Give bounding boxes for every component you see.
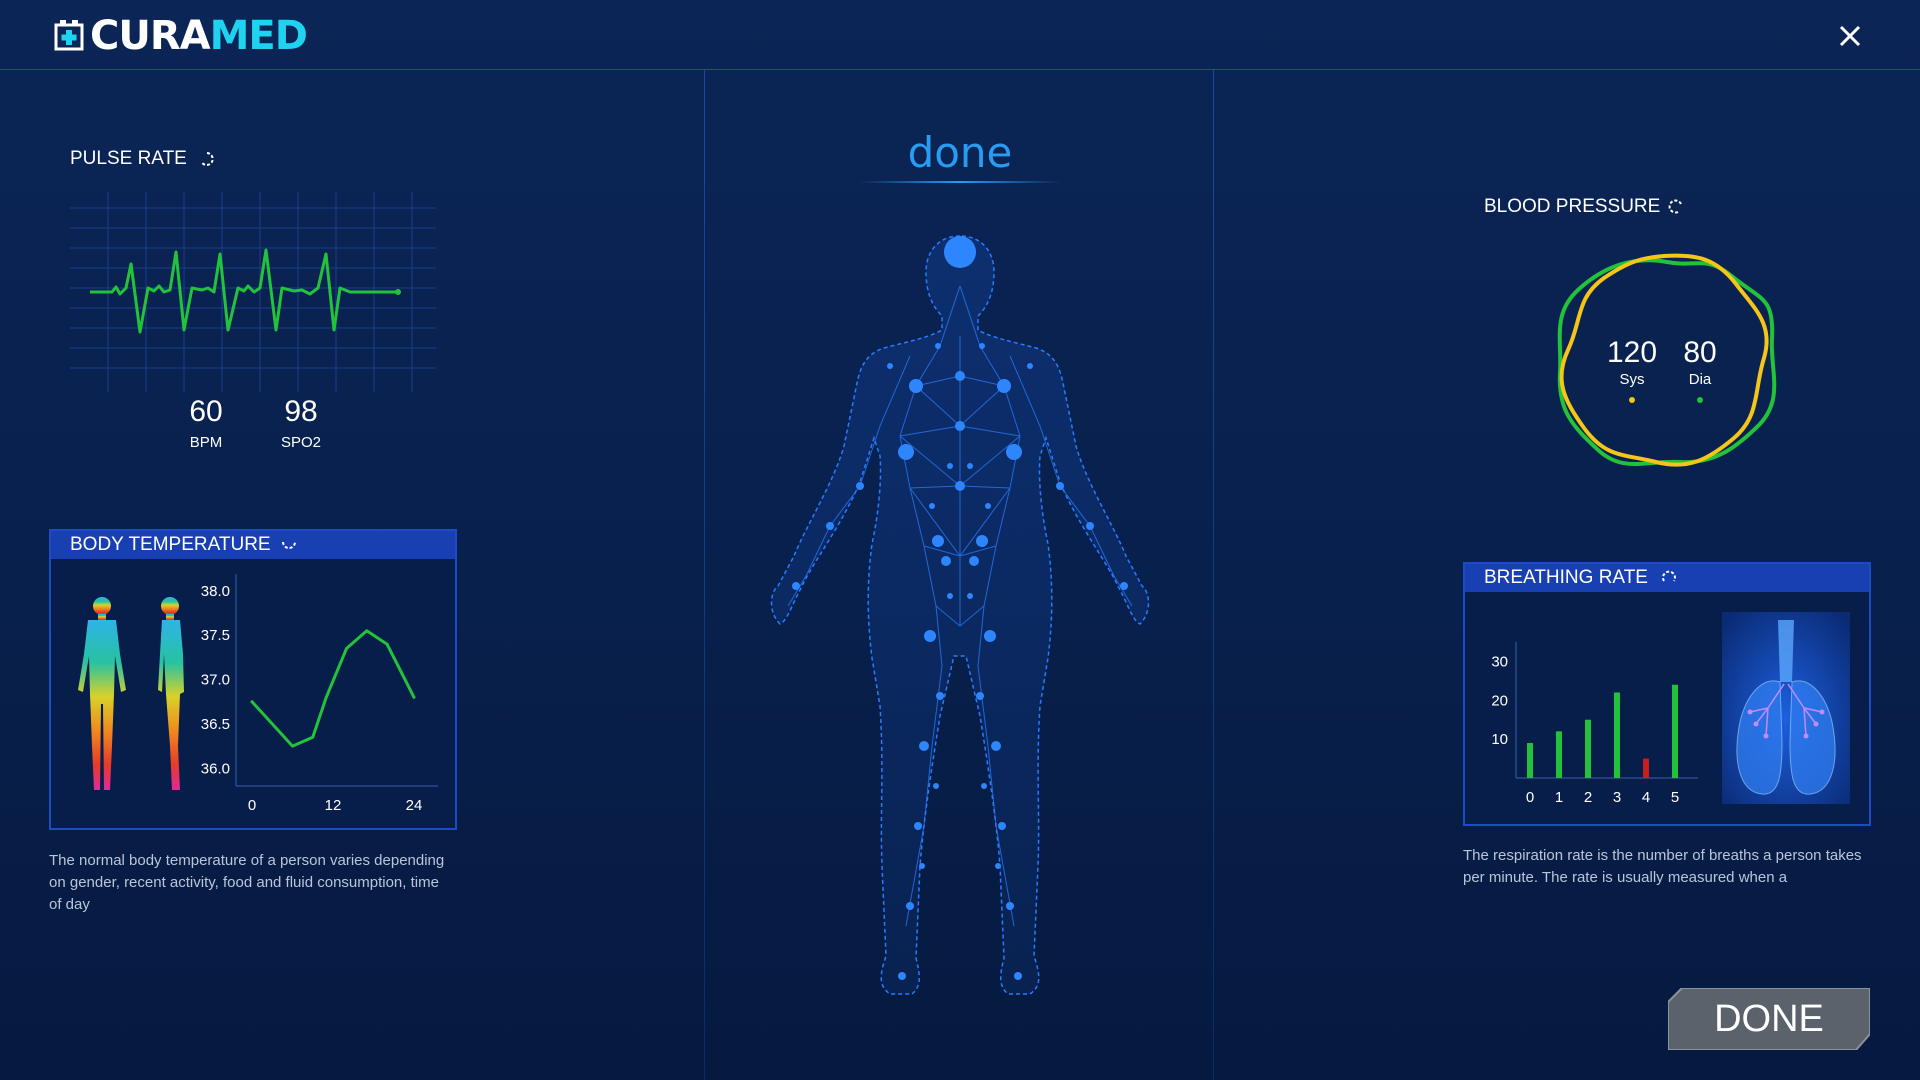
breathing-x-tick: 5 <box>1671 789 1679 806</box>
breathing-x-tick: 3 <box>1613 789 1621 806</box>
breathing-y-tick: 20 <box>1491 692 1508 709</box>
column-divider-right <box>1213 70 1214 1080</box>
breathing-y-tick: 30 <box>1491 653 1508 670</box>
app-logo: CURAMED <box>54 13 308 59</box>
breathing-bar <box>1614 692 1620 778</box>
temperature-chart: 38.0 37.5 37.0 36.5 36.0 0 12 24 <box>201 574 438 814</box>
dia-label: Dia <box>1688 371 1712 388</box>
breathing-x-tick: 2 <box>1584 789 1592 806</box>
body-temperature-title: BODY TEMPERATURE <box>70 534 271 555</box>
breathing-x-tick: 1 <box>1555 789 1563 806</box>
breathing-bar <box>1585 719 1591 778</box>
human-body-network <box>770 235 1150 995</box>
breathing-bar <box>1556 731 1562 778</box>
temperature-y-tick: 38.0 <box>201 583 230 600</box>
pulse-rate-title: PULSE RATE <box>70 148 187 169</box>
loading-spinner-icon <box>282 541 296 549</box>
breathing-rate-title: BREATHING RATE <box>1484 567 1648 588</box>
temperature-x-tick: 0 <box>248 797 256 814</box>
loading-spinner-icon <box>1662 570 1676 582</box>
lungs-image <box>1722 612 1850 804</box>
temperature-y-tick: 37.5 <box>201 627 230 644</box>
bpm-value: 60 <box>189 395 223 428</box>
breathing-rate-chart: 30 20 10 0 1 2 3 4 5 <box>1491 642 1698 806</box>
loading-spinner-icon <box>200 152 214 166</box>
temperature-x-tick: 12 <box>325 797 342 814</box>
dia-value: 80 <box>1683 336 1717 369</box>
breathing-x-tick: 0 <box>1526 789 1534 806</box>
dia-dot <box>1697 397 1703 403</box>
temperature-description: The normal body temperature of a person … <box>49 852 445 913</box>
spo2-value: 98 <box>284 395 318 428</box>
blood-pressure-title: BLOOD PRESSURE <box>1484 196 1661 217</box>
temperature-y-tick: 36.0 <box>201 760 230 777</box>
status-text: done <box>907 128 1013 177</box>
brand-part-2: MED <box>209 13 308 59</box>
temperature-y-tick: 36.5 <box>201 716 230 733</box>
done-button[interactable] <box>1668 988 1870 1050</box>
medical-cross-icon <box>54 20 84 51</box>
breathing-bar <box>1527 743 1533 778</box>
temperature-x-tick: 24 <box>406 797 423 814</box>
spo2-label: SPO2 <box>280 434 322 451</box>
loading-spinner-icon <box>1668 199 1682 214</box>
temperature-y-tick: 37.0 <box>201 672 230 689</box>
breathing-x-tick: 4 <box>1642 789 1650 806</box>
breathing-bar <box>1672 684 1678 778</box>
temperature-line <box>250 629 416 748</box>
brand-name: CURAMED <box>90 13 308 59</box>
column-divider-left <box>704 70 705 1080</box>
close-icon[interactable] <box>1832 18 1868 54</box>
bpm-label: BPM <box>189 434 223 451</box>
brand-part-1: CURA <box>90 13 211 59</box>
pulse-waveform <box>70 192 436 392</box>
sys-dot <box>1629 397 1635 403</box>
status-underline <box>858 181 1062 183</box>
breathing-y-tick: 10 <box>1491 731 1508 748</box>
breathing-bar <box>1643 758 1649 778</box>
thermal-body-figures <box>78 597 184 790</box>
breathing-description: The respiration rate is the number of br… <box>1463 847 1862 886</box>
